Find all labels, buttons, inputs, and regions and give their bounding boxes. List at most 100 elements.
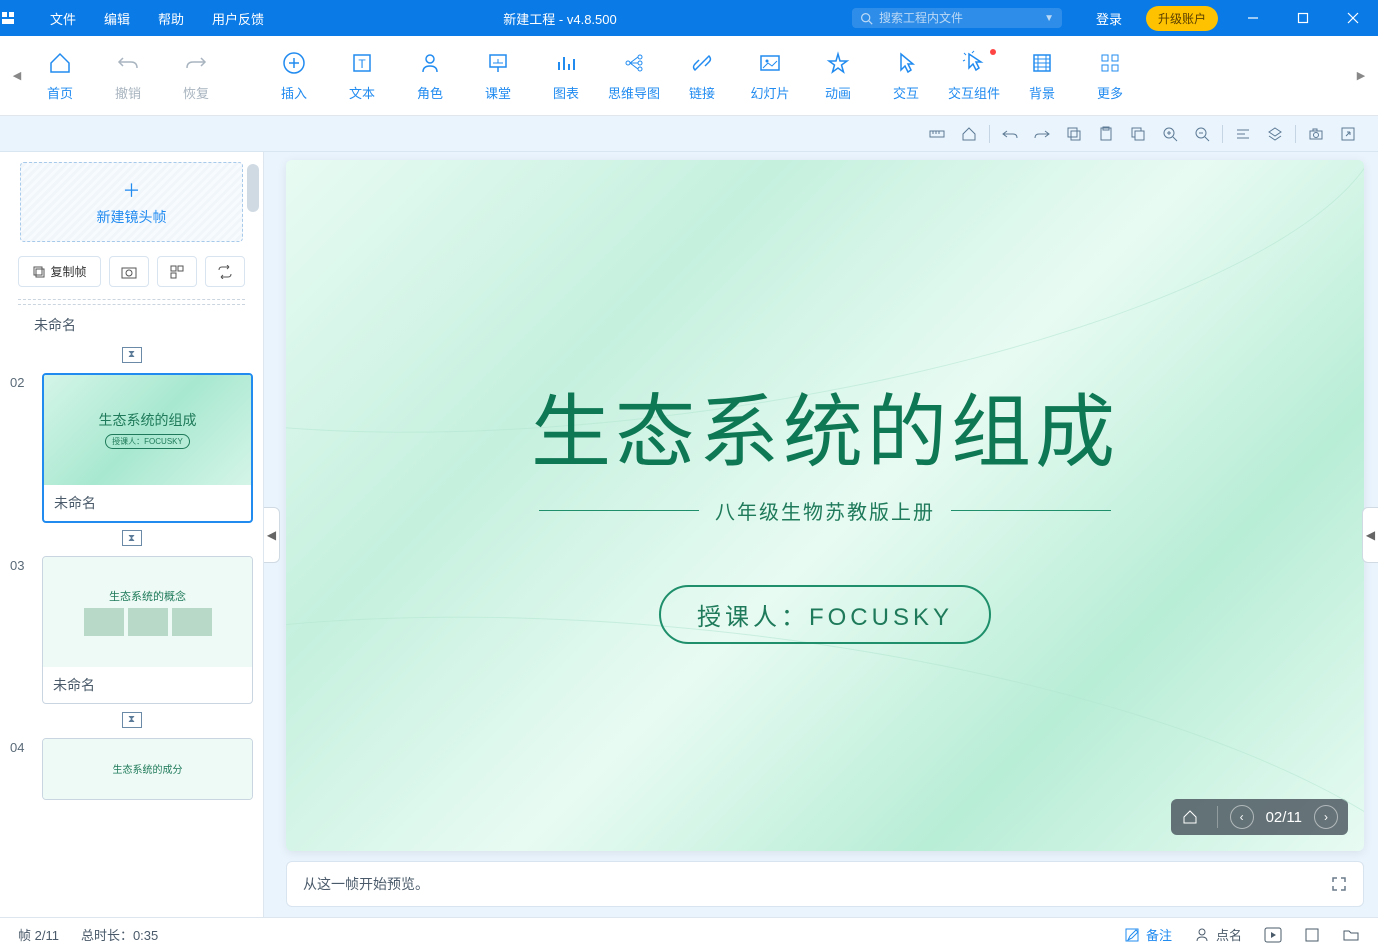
collapse-right-panel-button[interactable]: ◀ xyxy=(1362,507,1378,563)
notes-button[interactable]: 备注 xyxy=(1124,925,1172,944)
copy-icon[interactable] xyxy=(1062,122,1086,146)
toolbar-item-label: 思维导图 xyxy=(608,83,660,102)
loop-frame-button[interactable] xyxy=(205,256,245,287)
login-link[interactable]: 登录 xyxy=(1082,0,1136,36)
folder-icon xyxy=(1342,927,1360,943)
notification-badge xyxy=(990,49,996,55)
thumbnail-02[interactable]: 生态系统的组成 授课人：FOCUSKY 未命名 xyxy=(42,373,253,523)
qr-frame-button[interactable] xyxy=(157,256,197,287)
toolbar-slide-button[interactable]: 幻灯片 xyxy=(736,41,804,111)
cursor-icon xyxy=(892,49,920,77)
search-dropdown-icon[interactable]: ▼ xyxy=(1044,13,1054,24)
align-icon[interactable] xyxy=(1231,122,1255,146)
redo-view-icon[interactable] xyxy=(1030,122,1054,146)
paste-icon[interactable] xyxy=(1094,122,1118,146)
toolbar-text-button[interactable]: T文本 xyxy=(328,41,396,111)
qr-icon xyxy=(170,265,184,279)
collapse-sidebar-button[interactable]: ◀ xyxy=(264,507,280,563)
nav-next-button[interactable]: › xyxy=(1314,805,1338,829)
slide-icon xyxy=(756,49,784,77)
menu-help[interactable]: 帮助 xyxy=(144,0,198,36)
toolbar-scroll-left[interactable]: ◀ xyxy=(8,36,26,116)
copy-frame-label: 复制帧 xyxy=(50,263,86,280)
notes-icon xyxy=(1124,927,1140,943)
transition-button-2[interactable]: ⧗ xyxy=(122,530,142,546)
toolbar-mindmap-button[interactable]: 思维导图 xyxy=(600,41,668,111)
menu-file[interactable]: 文件 xyxy=(36,0,90,36)
canvas-area: ◀ ◀ 生态系统的组成 八年级生物苏教版上册 授课人：FOCUSKY ‹ 02/… xyxy=(264,152,1378,917)
present-button[interactable] xyxy=(1264,927,1282,943)
expand-preview-icon[interactable] xyxy=(1331,876,1347,892)
export-icon[interactable] xyxy=(1336,122,1360,146)
redo-icon xyxy=(182,49,210,77)
toolbar-bg-button[interactable]: 背景 xyxy=(1008,41,1076,111)
home-view-icon[interactable] xyxy=(957,122,981,146)
search-input[interactable] xyxy=(879,11,1038,25)
clipboard-icon[interactable] xyxy=(1126,122,1150,146)
window-title: 新建工程 - v4.8.500 xyxy=(278,9,842,28)
toolbar-item-label: 图表 xyxy=(553,83,579,102)
decor-line xyxy=(539,510,699,511)
thumb-subtitle: 授课人：FOCUSKY xyxy=(105,434,190,449)
zoom-out-icon[interactable] xyxy=(1190,122,1214,146)
board-icon xyxy=(484,49,512,77)
toolbar-chart-button[interactable]: 图表 xyxy=(532,41,600,111)
zoom-in-icon[interactable] xyxy=(1158,122,1182,146)
toolbar-board-button[interactable]: 课堂 xyxy=(464,41,532,111)
bg-icon xyxy=(1028,49,1056,77)
toolbar-link-button[interactable]: 链接 xyxy=(668,41,736,111)
close-button[interactable] xyxy=(1328,0,1378,36)
text-icon: T xyxy=(348,49,376,77)
screenshot-frame-button[interactable] xyxy=(109,256,149,287)
menu-edit[interactable]: 编辑 xyxy=(90,0,144,36)
thumbnail-03[interactable]: 生态系统的概念 未命名 xyxy=(42,556,253,704)
toolbar-component-button[interactable]: 交互组件 xyxy=(940,41,1008,111)
toolbar-item-label: 链接 xyxy=(689,83,715,102)
slide-canvas[interactable]: 生态系统的组成 八年级生物苏教版上册 授课人：FOCUSKY ‹ 02/11 › xyxy=(286,160,1364,851)
menu-feedback[interactable]: 用户反馈 xyxy=(198,0,278,36)
toolbar-more-button[interactable]: 更多 xyxy=(1076,41,1144,111)
maximize-button[interactable] xyxy=(1278,0,1328,36)
new-frame-button[interactable]: ＋ 新建镜头帧 xyxy=(20,162,243,242)
toolbar-redo-button[interactable]: 恢复 xyxy=(162,41,230,111)
transition-button-3[interactable]: ⧗ xyxy=(122,712,142,728)
nav-home-icon[interactable] xyxy=(1181,808,1205,826)
thumb-number-03: 03 xyxy=(10,556,34,704)
toolbar-star-button[interactable]: 动画 xyxy=(804,41,872,111)
canvas-navigator: ‹ 02/11 › xyxy=(1171,799,1348,835)
toolbar-person-button[interactable]: 角色 xyxy=(396,41,464,111)
fullscreen-icon xyxy=(1304,927,1320,943)
toolbar-cursor-button[interactable]: 交互 xyxy=(872,41,940,111)
toolbar-undo-button[interactable]: 撤销 xyxy=(94,41,162,111)
search-box[interactable]: ▼ xyxy=(852,8,1062,28)
layer-icon[interactable] xyxy=(1263,122,1287,146)
upgrade-button[interactable]: 升级账户 xyxy=(1146,6,1218,31)
drag-handle[interactable] xyxy=(18,299,245,305)
play-icon xyxy=(1264,927,1282,943)
toolbar-item-label: 幻灯片 xyxy=(750,83,789,102)
thumb-caption: 未命名 xyxy=(43,667,252,703)
mindmap-icon xyxy=(620,49,648,77)
minimize-button[interactable] xyxy=(1228,0,1278,36)
toolbar-item-label: 交互组件 xyxy=(948,83,1000,102)
roll-call-button[interactable]: 点名 xyxy=(1194,925,1242,944)
toolbar-home-button[interactable]: 首页 xyxy=(26,41,94,111)
thumbnail-04[interactable]: 生态系统的成分 xyxy=(42,738,253,800)
nav-prev-button[interactable]: ‹ xyxy=(1230,805,1254,829)
app-logo-icon xyxy=(0,10,36,26)
divider xyxy=(989,125,990,143)
sidebar-scrollbar[interactable] xyxy=(247,164,259,212)
toolbar-scroll-right[interactable]: ▶ xyxy=(1352,36,1370,116)
toolbar-item-label: 交互 xyxy=(893,83,919,102)
transition-button-1[interactable]: ⧗ xyxy=(122,347,142,363)
preview-text: 从这一帧开始预览。 xyxy=(303,874,429,894)
ruler-icon[interactable] xyxy=(925,122,949,146)
toolbar-plus-button[interactable]: 插入 xyxy=(260,41,328,111)
fullscreen-button[interactable] xyxy=(1304,927,1320,943)
camera-icon[interactable] xyxy=(1304,122,1328,146)
slide-lecturer: 授课人：FOCUSKY xyxy=(659,585,991,644)
sub-toolbar xyxy=(0,116,1378,152)
undo-view-icon[interactable] xyxy=(998,122,1022,146)
folder-button[interactable] xyxy=(1342,927,1360,943)
copy-frame-button[interactable]: 复制帧 xyxy=(18,256,101,287)
